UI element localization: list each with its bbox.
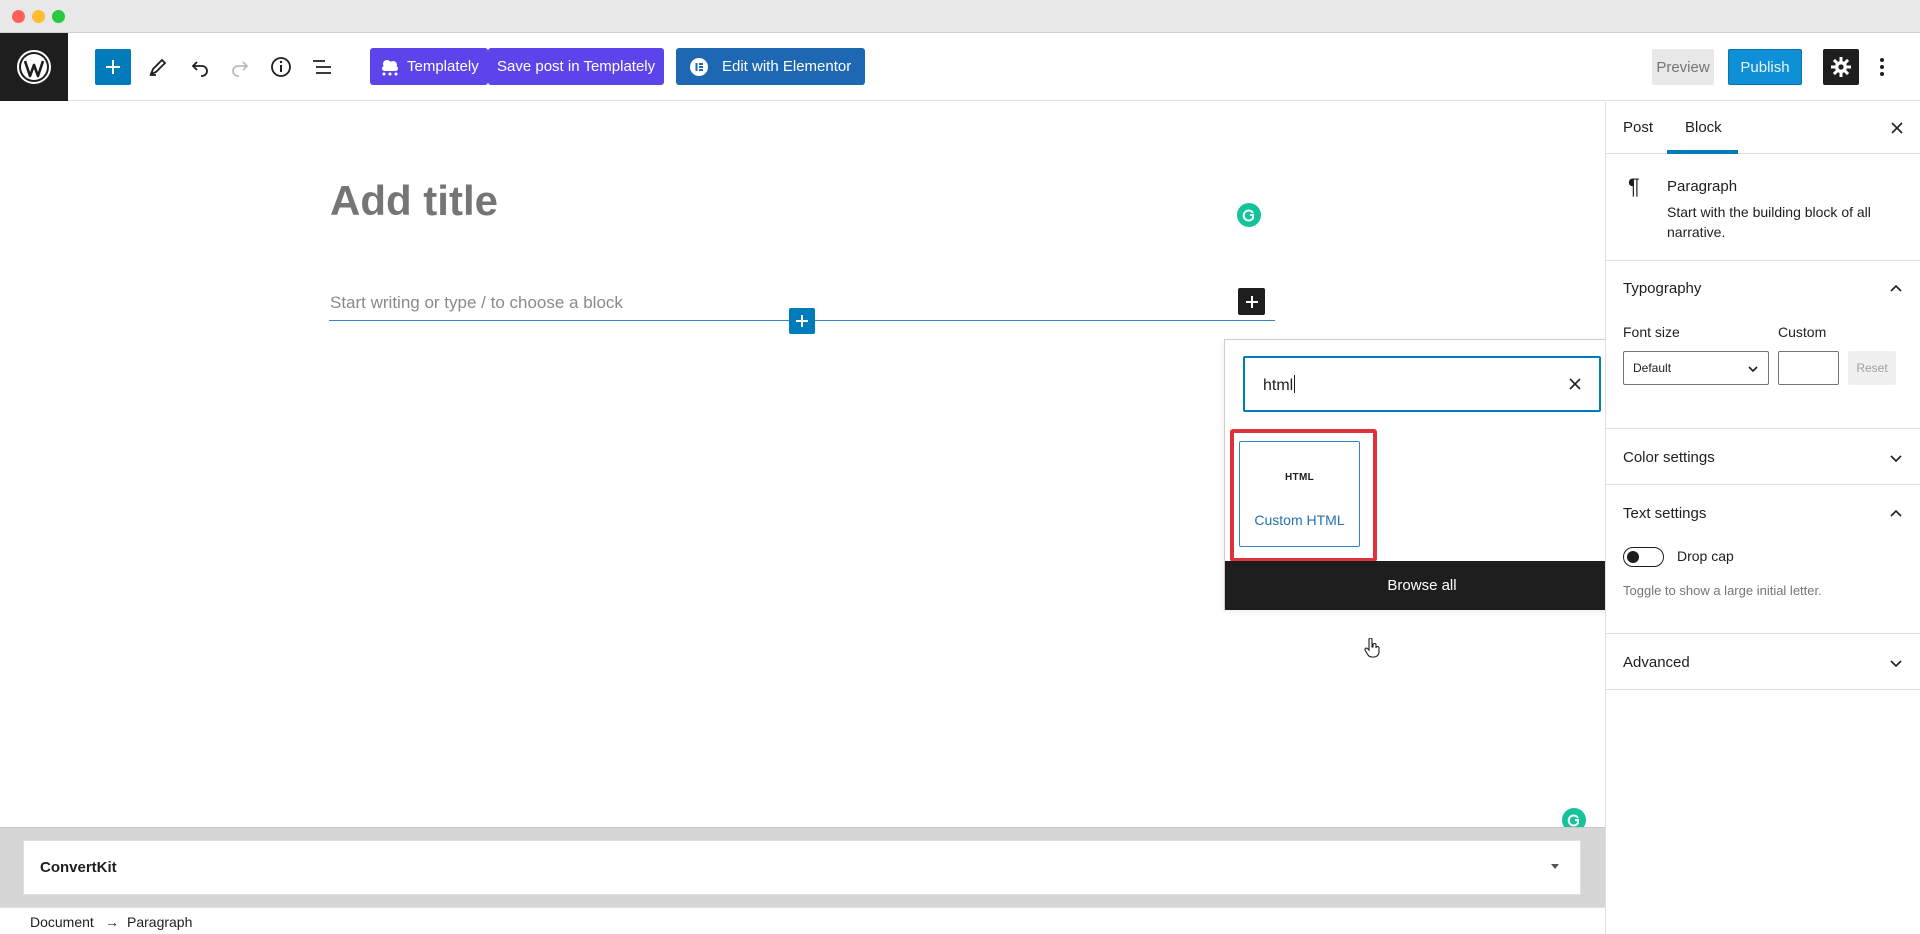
clear-search-button[interactable] bbox=[1565, 374, 1585, 394]
typography-panel-toggle[interactable]: Typography bbox=[1606, 260, 1920, 316]
wordpress-logo-button[interactable] bbox=[0, 33, 68, 101]
convertkit-metabox-title: ConvertKit bbox=[40, 859, 117, 876]
reset-font-size-button[interactable]: Reset bbox=[1848, 351, 1896, 385]
custom-html-label: Custom HTML bbox=[1254, 512, 1345, 528]
block-inserter-button[interactable] bbox=[95, 49, 131, 85]
text-settings-panel-toggle[interactable]: Text settings bbox=[1606, 485, 1920, 541]
custom-html-block-item[interactable]: HTML Custom HTML bbox=[1239, 441, 1380, 658]
block-card-description: Start with the building block of all nar… bbox=[1667, 204, 1871, 240]
list-view-icon bbox=[313, 60, 331, 74]
custom-size-label: Custom bbox=[1778, 324, 1827, 340]
breadcrumb-separator: → bbox=[105, 914, 119, 930]
grammarly-icon[interactable] bbox=[1237, 203, 1261, 227]
font-size-label: Font size bbox=[1623, 324, 1680, 340]
edit-with-elementor-label: Edit with Elementor bbox=[722, 58, 852, 75]
more-vertical-icon bbox=[1880, 58, 1884, 76]
plus-icon bbox=[106, 60, 120, 74]
tab-post[interactable]: Post bbox=[1623, 119, 1653, 136]
info-icon bbox=[271, 57, 291, 77]
chevron-down-icon bbox=[1890, 660, 1902, 668]
convertkit-metabox[interactable]: ConvertKit bbox=[23, 840, 1581, 895]
breadcrumb-paragraph[interactable]: Paragraph bbox=[127, 914, 192, 930]
templately-label: Templately bbox=[407, 58, 479, 75]
html-icon: HTML bbox=[1285, 472, 1314, 483]
triangle-down-icon[interactable] bbox=[1548, 859, 1562, 873]
paragraph-block-input[interactable]: Start writing or type / to choose a bloc… bbox=[330, 293, 623, 313]
templately-cloud-icon bbox=[382, 59, 398, 75]
preview-button[interactable]: Preview bbox=[1652, 49, 1714, 85]
redo-icon bbox=[232, 61, 249, 77]
save-post-templately-button[interactable]: Save post in Templately bbox=[488, 48, 665, 85]
font-size-value: Default bbox=[1633, 361, 1672, 375]
text-settings-title: Text settings bbox=[1623, 505, 1707, 522]
save-post-templately-label: Save post in Templately bbox=[497, 58, 656, 75]
breadcrumb-document[interactable]: Document bbox=[30, 914, 94, 930]
quick-inserter-toggle-button[interactable] bbox=[1238, 288, 1265, 315]
settings-sidebar: Post Block ¶ Paragraph Start with the bu… bbox=[1605, 102, 1920, 934]
advanced-title: Advanced bbox=[1623, 654, 1690, 671]
plus-icon bbox=[796, 315, 808, 327]
close-icon bbox=[1569, 378, 1581, 390]
quick-inserter-popover: html HTML Custom HTML Browse all bbox=[1224, 339, 1619, 658]
undo-button[interactable] bbox=[182, 49, 218, 85]
settings-button[interactable] bbox=[1823, 49, 1859, 85]
color-settings-title: Color settings bbox=[1623, 449, 1715, 466]
window-maximize-button[interactable] bbox=[52, 10, 65, 23]
more-options-button[interactable] bbox=[1870, 49, 1894, 85]
close-icon[interactable] bbox=[1889, 120, 1905, 136]
chevron-up-icon bbox=[1890, 509, 1902, 517]
block-search-input[interactable]: html bbox=[1243, 356, 1601, 412]
edit-with-elementor-button[interactable]: Edit with Elementor bbox=[676, 48, 866, 85]
between-blocks-inserter-button[interactable] bbox=[789, 308, 815, 334]
custom-font-size-input[interactable] bbox=[1778, 351, 1839, 385]
details-button[interactable] bbox=[263, 49, 299, 85]
chevron-up-icon bbox=[1890, 284, 1902, 292]
block-card-title: Paragraph bbox=[1667, 178, 1738, 195]
undo-icon bbox=[191, 61, 208, 77]
browse-all-button[interactable]: Browse all bbox=[1225, 561, 1619, 610]
pencil-icon bbox=[149, 58, 167, 76]
window-titlebar bbox=[0, 0, 1920, 33]
hand-cursor-icon bbox=[1364, 638, 1380, 658]
gear-icon bbox=[1831, 57, 1851, 77]
redo-button[interactable] bbox=[222, 49, 258, 85]
window-close-button[interactable] bbox=[12, 10, 25, 23]
toggle-knob bbox=[1627, 551, 1639, 563]
drop-cap-help-text: Toggle to show a large initial letter. bbox=[1623, 583, 1822, 598]
block-card: ¶ Paragraph Start with the building bloc… bbox=[1606, 154, 1920, 261]
drop-cap-toggle[interactable] bbox=[1623, 547, 1664, 567]
templately-button[interactable]: Templately bbox=[370, 48, 488, 85]
drop-cap-label: Drop cap bbox=[1677, 548, 1734, 564]
elementor-icon bbox=[690, 57, 708, 76]
color-settings-panel-toggle[interactable]: Color settings bbox=[1606, 429, 1920, 485]
chevron-down-icon bbox=[1748, 366, 1758, 373]
publish-button[interactable]: Publish bbox=[1728, 49, 1802, 85]
sidebar-tabs: Post Block bbox=[1606, 102, 1920, 154]
editor-toolbar: Templately Save post in Templately Edit … bbox=[0, 33, 1920, 101]
advanced-panel-toggle[interactable]: Advanced bbox=[1606, 634, 1920, 690]
typography-title: Typography bbox=[1623, 280, 1702, 297]
post-title-input[interactable]: Add title bbox=[330, 177, 498, 225]
paragraph-icon: ¶ bbox=[1628, 174, 1640, 199]
window-minimize-button[interactable] bbox=[32, 10, 45, 23]
metabox-area: ConvertKit bbox=[0, 827, 1605, 907]
font-size-select[interactable]: Default bbox=[1623, 351, 1769, 385]
tab-block[interactable]: Block bbox=[1685, 119, 1722, 136]
block-search-value: html bbox=[1263, 375, 1296, 394]
panel-divider bbox=[1606, 689, 1920, 690]
block-breadcrumb: Document → Paragraph bbox=[0, 907, 1605, 934]
chevron-down-icon bbox=[1890, 455, 1902, 463]
tools-button[interactable] bbox=[140, 49, 176, 85]
wordpress-logo-icon bbox=[17, 50, 51, 84]
plus-icon bbox=[1245, 295, 1258, 308]
list-view-button[interactable] bbox=[304, 49, 340, 85]
